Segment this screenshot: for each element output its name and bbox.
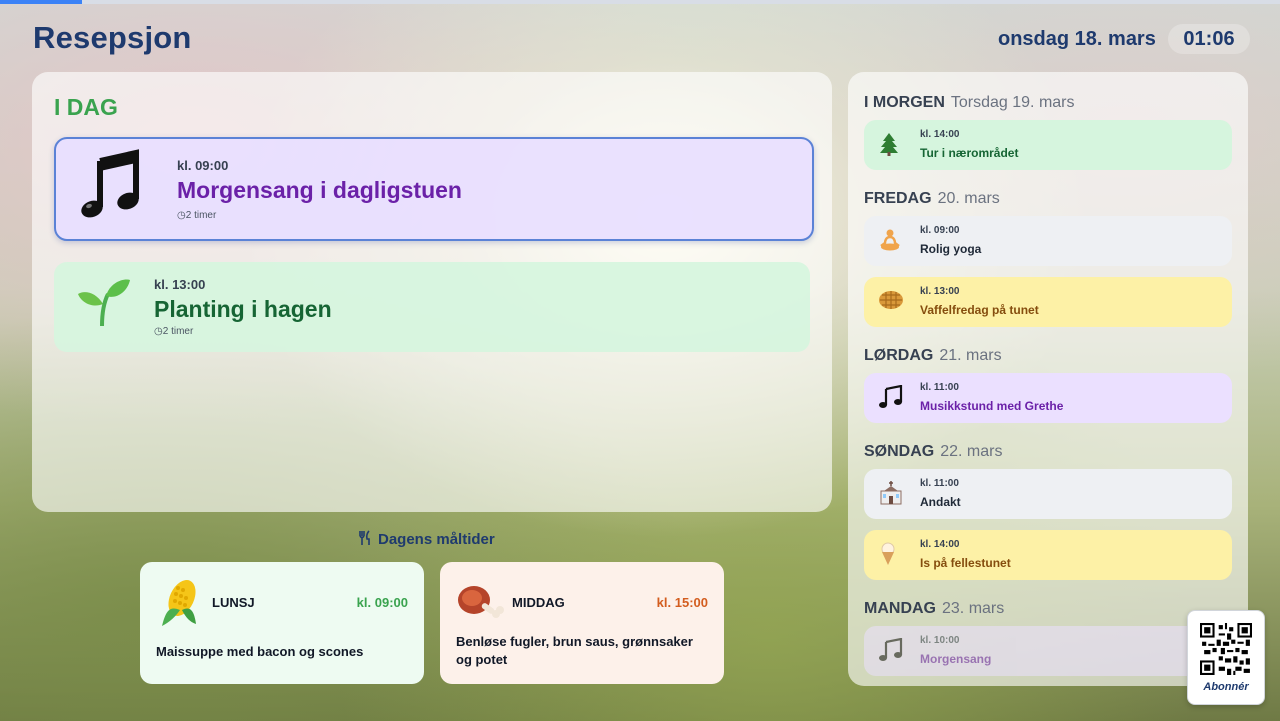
event-title: Planting i hagen (154, 296, 332, 322)
music-notes-icon (878, 637, 904, 667)
meal-description: Benløse fugler, brun saus, grønnsaker og… (456, 634, 693, 667)
yoga-icon (878, 228, 902, 257)
event-time: kl. 09:00 (177, 158, 229, 173)
meal-card-dinner[interactable]: MIDDAG kl. 15:00 Benløse fugler, brun sa… (440, 562, 724, 684)
meal-card-lunch[interactable]: LUNSJ kl. 09:00 Maissuppe med bacon og s… (140, 562, 424, 684)
day-header: I MORGEN Torsdag 19. mars (864, 94, 1075, 111)
upcoming-event-card[interactable]: kl. 09:00 Rolig yoga (864, 216, 1232, 266)
today-event-card[interactable]: kl. 13:00 Planting i hagen ◷2 timer (54, 262, 810, 352)
meal-description: Maissuppe med bacon og scones (156, 644, 364, 659)
church-icon (878, 481, 904, 510)
meals-heading: Dagens måltider (358, 530, 495, 548)
day-header: LØRDAG 21. mars (864, 347, 1002, 364)
waffle-icon (878, 289, 904, 316)
meal-time: kl. 09:00 (356, 595, 408, 610)
cutlery-icon (359, 530, 370, 545)
meal-time: kl. 15:00 (656, 595, 708, 610)
seedling-icon (76, 276, 132, 333)
upcoming-panel: I MORGEN Torsdag 19. mars kl. 14:00 Tur i… (848, 72, 1248, 686)
tree-icon (878, 132, 900, 161)
corn-icon (156, 576, 204, 633)
upcoming-event-card[interactable]: kl. 11:00 Musikkstund med Grethe (864, 373, 1232, 423)
event-duration: ◷2 timer (177, 210, 217, 221)
music-notes-icon (80, 149, 144, 226)
subscribe-label: Abonnér (1203, 681, 1249, 693)
subscribe-qr-button[interactable]: Abonnér (1187, 610, 1265, 705)
event-duration: ◷2 timer (154, 326, 194, 337)
day-header: FREDAG 20. mars (864, 190, 1000, 207)
clock: 01:06 (1168, 24, 1250, 54)
clock-icon: ◷ (154, 326, 163, 337)
meat-icon (456, 576, 504, 627)
qr-code-icon (1200, 623, 1252, 675)
upcoming-event-card[interactable]: kl. 11:00 Andakt (864, 469, 1232, 519)
page-title: Resepsjon (33, 20, 192, 55)
today-panel: I DAG kl. 09:00 Morgensang i dagligstuen… (32, 72, 832, 512)
day-header: SØNDAG 22. mars (864, 443, 1003, 460)
music-notes-icon (878, 384, 904, 414)
progress-bar (0, 0, 1280, 4)
event-time: kl. 13:00 (154, 277, 206, 292)
event-title: Morgensang i dagligstuen (177, 177, 462, 203)
upcoming-event-card[interactable]: kl. 14:00 Tur i nærområdet (864, 120, 1232, 170)
meal-name: MIDDAG (512, 595, 565, 610)
day-header: MANDAG 23. mars (864, 600, 1005, 617)
meal-name: LUNSJ (212, 595, 255, 610)
clock-icon: ◷ (177, 210, 186, 221)
upcoming-event-card[interactable]: kl. 10:00 Morgensang (864, 626, 1232, 676)
today-heading: I DAG (54, 94, 118, 120)
progress-fill (0, 0, 82, 4)
today-event-card[interactable]: kl. 09:00 Morgensang i dagligstuen ◷2 ti… (54, 137, 814, 241)
upcoming-event-card[interactable]: kl. 13:00 Vaffelfredag på tunet (864, 277, 1232, 327)
current-date: onsdag 18. mars (998, 28, 1156, 50)
ice-cream-icon (878, 542, 898, 571)
upcoming-event-card[interactable]: kl. 14:00 Is på fellestunet (864, 530, 1232, 580)
